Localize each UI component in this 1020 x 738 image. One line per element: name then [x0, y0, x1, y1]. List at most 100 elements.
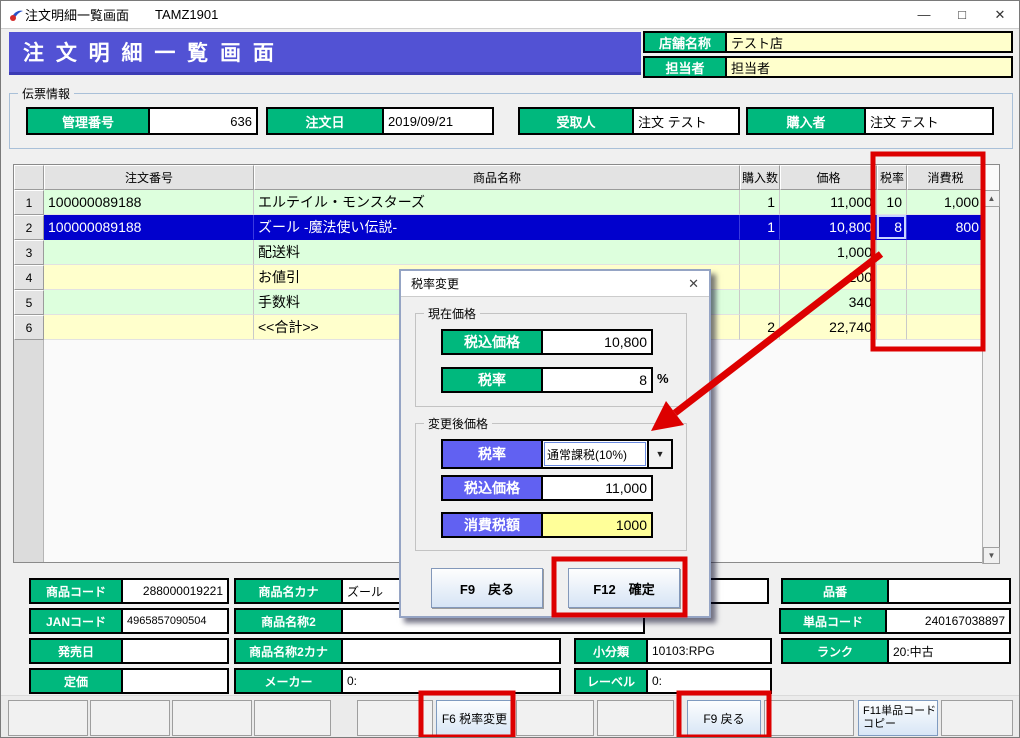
combo-dropdown-button[interactable]: ▼: [647, 441, 671, 467]
row-number[interactable]: 2: [14, 215, 44, 240]
row-number[interactable]: 1: [14, 190, 44, 215]
cell-qty[interactable]: [740, 290, 780, 315]
f11-label-line2: コピー: [863, 718, 896, 731]
cell-price[interactable]: 340: [780, 290, 877, 315]
f9-back-button[interactable]: F9 戻る: [431, 568, 543, 608]
cell-price[interactable]: -200: [780, 265, 877, 290]
list-price-field: 定価: [29, 668, 229, 694]
store-name-value[interactable]: テスト店: [727, 33, 1011, 51]
cell-price[interactable]: 22,740: [780, 315, 877, 340]
maximize-button[interactable]: □: [943, 1, 981, 28]
cell-tax[interactable]: 800: [907, 215, 984, 240]
cell-order-no[interactable]: [44, 315, 254, 340]
fkey-button-8[interactable]: [597, 700, 674, 736]
fkey-button-12[interactable]: [941, 700, 1013, 736]
f12-confirm-button[interactable]: F12 確定: [568, 568, 680, 608]
f6-tax-rate-change-button[interactable]: F6 税率変更: [436, 700, 513, 736]
scroll-up-button[interactable]: ▲: [983, 190, 1000, 207]
cell-order-no[interactable]: [44, 265, 254, 290]
cell-order-no[interactable]: 100000089188: [44, 190, 254, 215]
column-header-qty[interactable]: 購入数: [740, 165, 780, 190]
cell-price[interactable]: 11,000: [780, 190, 877, 215]
table-row[interactable]: 3 配送料 1,000: [14, 240, 984, 265]
close-button[interactable]: ✕: [981, 1, 1019, 28]
row-number[interactable]: 5: [14, 290, 44, 315]
cell-name[interactable]: エルテイル・モンスターズ: [254, 190, 740, 215]
order-date-value[interactable]: 2019/09/21: [384, 109, 492, 133]
sub-category-value[interactable]: 10103:RPG: [648, 640, 770, 662]
name2-label: 商品名称2: [236, 610, 343, 632]
cell-rate[interactable]: [877, 315, 907, 340]
minimize-button[interactable]: —: [905, 1, 943, 28]
control-number-value[interactable]: 636: [150, 109, 256, 133]
column-header-tax[interactable]: 消費税: [907, 165, 984, 190]
list-price-value[interactable]: [123, 670, 227, 692]
fkey-button-2[interactable]: [90, 700, 170, 736]
dialog-close-icon[interactable]: ✕: [688, 276, 699, 292]
column-header-order-no[interactable]: 注文番号: [44, 165, 254, 190]
cell-order-no[interactable]: [44, 240, 254, 265]
cell-tax[interactable]: [907, 265, 984, 290]
name-kana-label: 商品名カナ: [236, 580, 343, 602]
after-price-title: 変更後価格: [424, 415, 492, 432]
cell-rate[interactable]: 10: [877, 190, 907, 215]
current-rate-value[interactable]: 8: [543, 369, 651, 391]
f9-back-function-button[interactable]: F9 戻る: [687, 700, 761, 736]
cell-rate[interactable]: [877, 240, 907, 265]
cell-qty[interactable]: 1: [740, 215, 780, 240]
product-code-value[interactable]: 288000019221: [123, 580, 227, 602]
cell-qty[interactable]: 2: [740, 315, 780, 340]
cell-rate[interactable]: [877, 290, 907, 315]
cell-name[interactable]: ズール -魔法使い伝説-: [254, 215, 740, 240]
unit-code-value[interactable]: 240167038897: [887, 610, 1009, 632]
after-tax-value[interactable]: 1000: [543, 514, 651, 536]
cell-price[interactable]: 10,800: [780, 215, 877, 240]
current-price-value[interactable]: 10,800: [543, 331, 651, 353]
name2-kana-value[interactable]: [343, 640, 559, 662]
cell-tax[interactable]: [907, 315, 984, 340]
staff-value[interactable]: 担当者: [727, 58, 1011, 76]
fkey-button-1[interactable]: [8, 700, 88, 736]
fkey-button-3[interactable]: [172, 700, 252, 736]
row-number[interactable]: 4: [14, 265, 44, 290]
table-scrollbar[interactable]: ▲ ▼: [982, 190, 999, 564]
rank-field: ランク 20:中古: [781, 638, 1011, 664]
receiver-value[interactable]: 注文 テスト: [634, 109, 738, 133]
cell-order-no[interactable]: [44, 290, 254, 315]
table-row-selected[interactable]: 2 100000089188 ズール -魔法使い伝説- 1 10,800 8 8…: [14, 215, 984, 240]
tax-rate-select[interactable]: 通常課税(10%): [544, 442, 646, 466]
column-header-price[interactable]: 価格: [780, 165, 877, 190]
label-field-value[interactable]: 0:: [648, 670, 770, 692]
window-title: 注文明細一覧画面: [25, 5, 129, 24]
row-number[interactable]: 3: [14, 240, 44, 265]
fkey-button-10[interactable]: [764, 700, 854, 736]
jan-code-value[interactable]: 4965857090504: [123, 610, 227, 632]
scroll-down-button[interactable]: ▼: [983, 547, 1000, 564]
cell-price[interactable]: 1,000: [780, 240, 877, 265]
release-date-value[interactable]: [123, 640, 227, 662]
part-no-label: 品番: [783, 580, 889, 602]
table-row[interactable]: 1 100000089188 エルテイル・モンスターズ 1 11,000 10 …: [14, 190, 984, 215]
column-header-name[interactable]: 商品名称: [254, 165, 740, 190]
buyer-value[interactable]: 注文 テスト: [866, 109, 992, 133]
cell-rate[interactable]: [877, 265, 907, 290]
fkey-button-4[interactable]: [254, 700, 331, 736]
rank-value[interactable]: 20:中古: [889, 640, 1009, 662]
maker-value[interactable]: 0:: [343, 670, 559, 692]
cell-qty[interactable]: [740, 240, 780, 265]
cell-rate-focused[interactable]: 8: [877, 215, 907, 240]
row-number[interactable]: 6: [14, 315, 44, 340]
fkey-button-7[interactable]: [516, 700, 594, 736]
cell-qty[interactable]: 1: [740, 190, 780, 215]
cell-qty[interactable]: [740, 265, 780, 290]
column-header-rate[interactable]: 税率: [877, 165, 907, 190]
cell-order-no[interactable]: 100000089188: [44, 215, 254, 240]
part-no-value[interactable]: [889, 580, 1009, 602]
cell-tax[interactable]: [907, 290, 984, 315]
cell-name[interactable]: 配送料: [254, 240, 740, 265]
fkey-button-5[interactable]: [357, 700, 433, 736]
cell-tax[interactable]: 1,000: [907, 190, 984, 215]
f11-unit-code-copy-button[interactable]: F11単品コード コピー: [858, 700, 938, 736]
cell-tax[interactable]: [907, 240, 984, 265]
after-price-value[interactable]: 11,000: [543, 477, 651, 499]
